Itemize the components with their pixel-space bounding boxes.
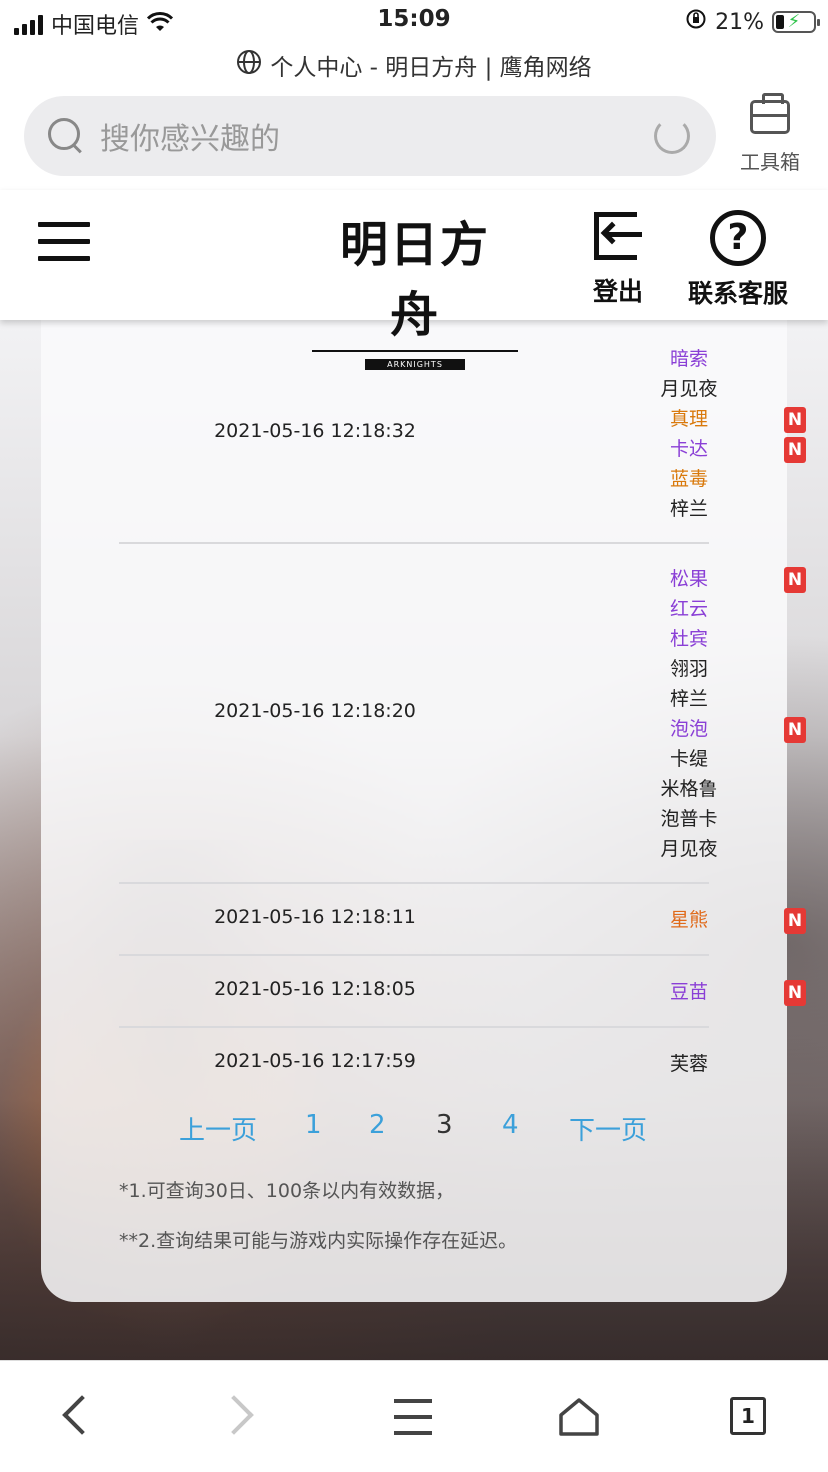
operator-name: 杜宾	[669, 628, 708, 650]
records-card: 2021-05-16 12:18:32 暗索 月见夜 真理 N 卡达 N 蓝毒 梓兰 2021-0…	[41, 300, 806, 1302]
help-icon: ?	[710, 210, 766, 266]
back-button[interactable]	[52, 1393, 102, 1443]
search-bar[interactable]: 搜你感兴趣的	[24, 96, 716, 176]
operator-name: 卡缇	[669, 748, 708, 770]
operator-entry: 蓝毒	[639, 464, 739, 494]
new-badge: N	[784, 980, 806, 1006]
new-badge: N	[784, 908, 806, 934]
operator-name: 蓝毒	[669, 468, 708, 490]
home-icon	[559, 1398, 599, 1436]
search-icon	[46, 116, 86, 156]
orientation-lock-icon	[685, 8, 707, 36]
page-link-4[interactable]: 4	[502, 1110, 519, 1140]
battery-percent: 21%	[715, 9, 764, 35]
operator-name: 月见夜	[660, 378, 718, 400]
operator-entry: 月见夜	[639, 834, 739, 864]
operator-entry: 泡泡 N	[639, 714, 806, 744]
chevron-left-icon	[62, 1395, 102, 1435]
search-input[interactable]: 搜你感兴趣的	[100, 114, 654, 158]
page-current-3: 3	[436, 1110, 453, 1140]
record-row: 2021-05-16 12:18:20 松果 N 红云杜宾翎羽梓兰泡泡 N 卡缇米格鲁泡普…	[119, 544, 806, 884]
new-badge: N	[784, 437, 806, 463]
support-label: 联系客服	[687, 279, 788, 308]
record-date: 2021-05-16 12:18:32	[214, 420, 416, 442]
record-row: 2021-05-16 12:18:05 豆苗 N	[119, 956, 806, 1028]
chevron-right-icon	[214, 1395, 254, 1435]
operator-entry: 星熊 N	[639, 905, 806, 935]
operator-entry: 月见夜	[639, 374, 739, 404]
operator-name: 泡泡	[669, 718, 708, 740]
page-title: 个人中心 - 明日方舟 | 鹰角网络	[270, 55, 592, 81]
status-right: 21% ⚡	[685, 8, 820, 36]
browser-bottom-bar: 1	[0, 1360, 828, 1472]
logo-subtext: ARKNIGHTS	[365, 359, 465, 370]
logout-label: 登出	[592, 277, 643, 306]
briefcase-icon	[750, 93, 790, 134]
support-button[interactable]: ? 联系客服	[684, 210, 792, 310]
operator-name: 翎羽	[669, 658, 708, 680]
operator-name: 星熊	[669, 909, 708, 931]
tab-count: 1	[730, 1397, 766, 1435]
record-date: 2021-05-16 12:18:05	[214, 978, 416, 1000]
record-date: 2021-05-16 12:18:20	[214, 700, 416, 722]
record-date: 2021-05-16 12:18:11	[214, 906, 416, 928]
operator-entry: 梓兰	[639, 494, 739, 524]
operator-name: 梓兰	[669, 498, 708, 520]
toolbox-label: 工具箱	[740, 150, 800, 174]
pagination: 上一页 1 2 3 4 下一页	[41, 1110, 787, 1150]
operator-entry: 豆苗 N	[639, 977, 806, 1007]
home-button[interactable]	[554, 1393, 604, 1443]
menu-button[interactable]	[390, 1393, 440, 1443]
prev-page-link[interactable]: 上一页	[179, 1110, 257, 1147]
note-1: *1.可查询30日、100条以内有效数据，	[119, 1180, 455, 1202]
operator-name: 豆苗	[669, 981, 708, 1003]
note-2: **2.查询结果可能与游戏内实际操作存在延迟。	[119, 1230, 518, 1252]
operator-name: 月见夜	[660, 838, 718, 860]
toolbox-button[interactable]: 工具箱	[730, 93, 810, 176]
operator-entry: 真理 N	[639, 404, 806, 434]
operator-entry: 翎羽	[639, 654, 739, 684]
record-date: 2021-05-16 12:17:59	[214, 1050, 416, 1072]
operator-name: 红云	[669, 598, 708, 620]
menu-icon[interactable]	[38, 220, 90, 261]
operator-name: 卡达	[669, 438, 708, 460]
operator-entry: 松果 N	[639, 564, 806, 594]
globe-icon	[236, 49, 262, 81]
operator-entry: 梓兰	[639, 684, 739, 714]
operator-name: 米格鲁	[660, 778, 718, 800]
page-link-2[interactable]: 2	[369, 1110, 386, 1140]
new-badge: N	[784, 717, 806, 743]
operator-entry: 米格鲁	[639, 774, 739, 804]
operator-name: 芙蓉	[669, 1053, 708, 1075]
new-badge: N	[784, 567, 806, 593]
operator-entry: 卡达 N	[639, 434, 806, 464]
record-row: 2021-05-16 12:18:11 星熊 N	[119, 884, 806, 956]
operator-name: 松果	[669, 568, 708, 590]
operator-name: 真理	[669, 408, 708, 430]
page-link-1[interactable]: 1	[305, 1110, 322, 1140]
site-logo[interactable]: 明日方舟 ARKNIGHTS	[312, 210, 518, 370]
new-badge: N	[784, 407, 806, 433]
site-header: 明日方舟 ARKNIGHTS 登出 ? 联系客服	[0, 190, 828, 370]
next-page-link[interactable]: 下一页	[569, 1110, 647, 1147]
forward-button[interactable]	[214, 1393, 266, 1443]
tabs-button[interactable]: 1	[726, 1393, 776, 1443]
operator-entry: 芙蓉	[639, 1049, 739, 1079]
operator-entry: 泡普卡	[639, 804, 739, 834]
status-bar: 中国电信 15:09 21% ⚡	[0, 0, 828, 44]
operator-name: 梓兰	[669, 688, 708, 710]
operator-name: 暗索	[669, 348, 708, 370]
refresh-icon[interactable]	[654, 118, 690, 154]
logo-text: 明日方舟	[312, 210, 518, 352]
operator-entry: 红云	[639, 594, 739, 624]
operator-name: 泡普卡	[660, 808, 718, 830]
url-bar[interactable]: 个人中心 - 明日方舟 | 鹰角网络	[0, 48, 828, 82]
logout-button[interactable]: 登出	[590, 210, 646, 308]
operator-entry: 杜宾	[639, 624, 739, 654]
battery-icon: ⚡	[772, 11, 820, 33]
operator-entry: 暗索	[639, 344, 739, 374]
operator-entry: 卡缇	[639, 744, 739, 774]
record-row: 2021-05-16 12:17:59 芙蓉	[119, 1028, 709, 1100]
logout-icon	[592, 210, 644, 262]
